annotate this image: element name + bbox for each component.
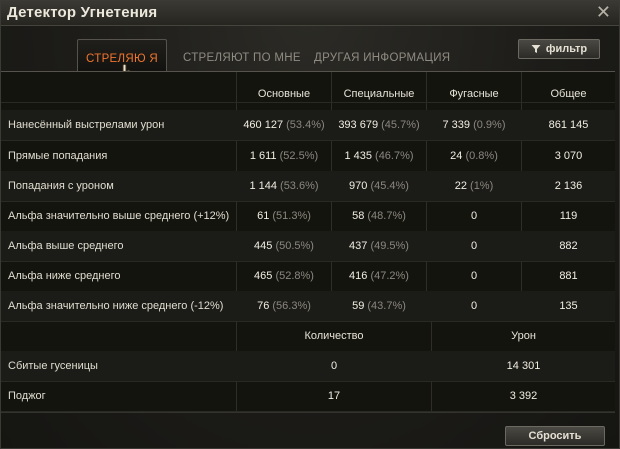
row-label: Альфа выше среднего <box>8 240 124 252</box>
reset-button[interactable]: Сбросить <box>505 426 605 446</box>
row-label: Альфа значительно выше среднего (+12%) <box>8 210 230 222</box>
header-he: Фугасные <box>449 88 499 100</box>
table-row: Поджог 17 3 392 <box>1 381 615 412</box>
row-label: Прямые попадания <box>8 150 108 162</box>
window-title: Детектор Угнетения <box>7 4 158 21</box>
funnel-icon <box>531 45 541 53</box>
other-header-row: Количество Урон <box>1 321 615 352</box>
filter-button-label: фильтр <box>545 43 588 55</box>
header-basic: Основные <box>257 88 311 100</box>
table-row: Прямые попадания 1 611 (52.5%) 1 435 (46… <box>1 141 615 172</box>
table-row: Нанесённый выстрелами урон 460 127 (53.4… <box>1 110 615 141</box>
tab-other-info[interactable]: ДРУГАЯ ИНФОРМАЦИЯ <box>314 39 450 71</box>
title-bar: Детектор Угнетения ✕ <box>1 1 619 26</box>
table-row: Альфа значительно выше среднего (+12%) 6… <box>1 201 615 232</box>
header-special: Специальные <box>343 88 415 100</box>
row-label: Альфа значительно ниже среднего (-12%) <box>8 300 224 312</box>
row-label: Поджог <box>8 390 46 402</box>
damage-header-row: Основные Специальные Фугасные Общее <box>1 72 615 103</box>
tab-shooting-me[interactable]: СТРЕЛЯЮТ ПО МНЕ <box>183 39 301 71</box>
table-row: Попадания с уроном 1 144 (53.6%) 970 (45… <box>1 171 615 202</box>
table-row: Альфа выше среднего 445 (50.5%) 437 (49.… <box>1 231 615 262</box>
row-label: Сбитые гусеницы <box>8 360 98 372</box>
detector-window: Детектор Угнетения ✕ СТРЕЛЯЮ Я СТРЕЛЯЮТ … <box>0 0 620 449</box>
row-label: Нанесённый выстрелами урон <box>8 119 165 131</box>
header-damage: Урон <box>511 330 536 342</box>
row-label: Попадания с уроном <box>8 180 114 192</box>
header-count: Количество <box>304 330 364 342</box>
row-label: Альфа ниже среднего <box>8 270 121 282</box>
close-icon[interactable]: ✕ <box>596 2 611 22</box>
table-row: Сбитые гусеницы 0 14 301 <box>1 351 615 382</box>
table-row: Альфа ниже среднего 465 (52.8%) 416 (47.… <box>1 261 615 292</box>
table-row: Альфа значительно ниже среднего (-12%) 7… <box>1 291 615 322</box>
stats-panel: Основные Специальные Фугасные Общее Нане… <box>1 71 615 413</box>
filter-button[interactable]: фильтр <box>518 39 600 59</box>
header-total: Общее <box>550 88 587 100</box>
